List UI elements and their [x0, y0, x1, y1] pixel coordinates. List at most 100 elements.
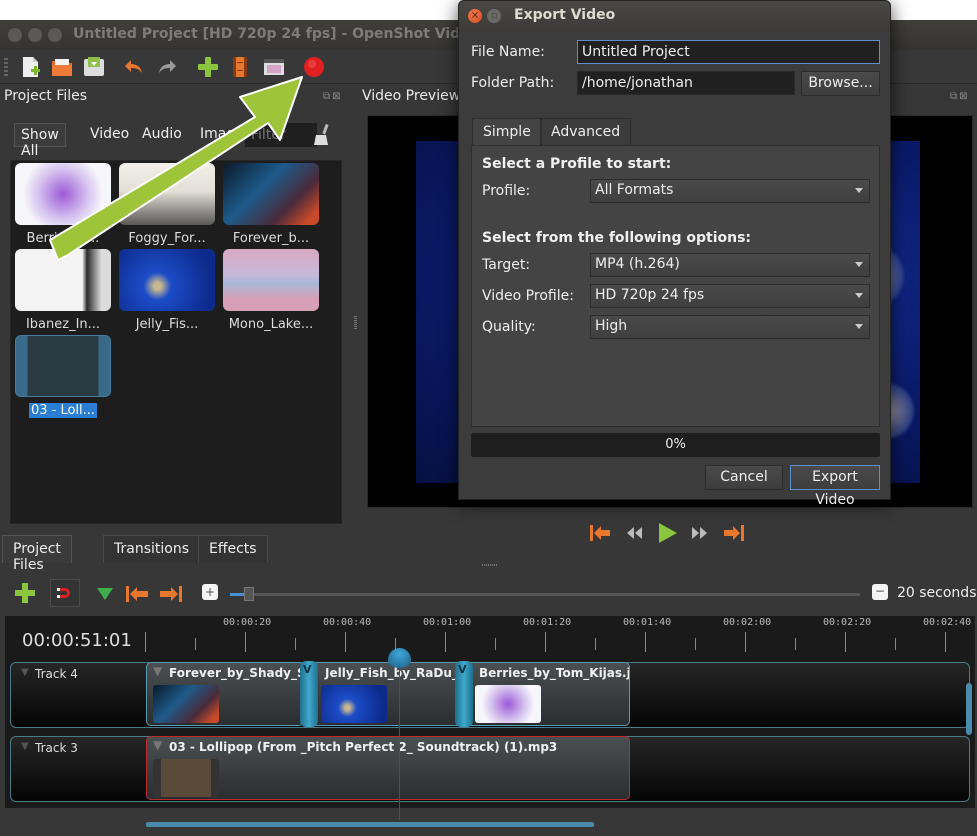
tab-effects[interactable]: Effects [198, 535, 268, 563]
filter-image-button[interactable]: Image [194, 123, 250, 147]
chevron-down-icon [855, 324, 863, 329]
tab-advanced[interactable]: Advanced [540, 118, 632, 146]
zoom-in-icon[interactable]: + [202, 584, 218, 600]
fullscreen-icon[interactable] [262, 55, 286, 79]
filter-show-all-button[interactable]: Show All [14, 123, 66, 159]
ruler-tick [295, 638, 296, 650]
zoom-slider-handle[interactable] [244, 587, 254, 601]
previous-marker-icon[interactable] [124, 584, 150, 604]
filter-audio-button[interactable]: Audio [136, 123, 188, 147]
ruler-time-label: 00:01:20 [523, 617, 572, 628]
video-preview-dock-controls[interactable]: ⧉⊠ [950, 91, 970, 102]
redo-icon[interactable] [155, 55, 179, 79]
profile-section-heading: Select a Profile to start: [482, 156, 672, 172]
undo-icon[interactable] [122, 55, 146, 79]
export-progress-bar: 0% [471, 433, 880, 457]
playhead-line [399, 666, 400, 820]
splitter-handle[interactable] [482, 564, 498, 566]
toolbar-grip-icon[interactable] [4, 58, 8, 78]
target-select-value: MP4 (h.264) [595, 256, 680, 272]
tab-transitions[interactable]: Transitions [103, 535, 200, 563]
clip-title: 03 - Lollipop (From _Pitch Perfect 2_ So… [169, 740, 558, 754]
transition-handle[interactable]: V [455, 661, 473, 727]
timeline-vertical-scrollbar[interactable] [966, 683, 972, 735]
project-files-dock-controls[interactable]: ⧉⊠ [323, 91, 343, 102]
ruler-time-label: 00:01:40 [623, 617, 672, 628]
window-minimize-button[interactable] [28, 28, 42, 42]
choose-profile-icon[interactable] [228, 55, 252, 79]
dialog-close-button[interactable]: × [468, 9, 482, 23]
target-select[interactable]: MP4 (h.264) [590, 253, 870, 277]
save-project-icon[interactable] [82, 55, 106, 79]
project-file-item[interactable]: Forever_b... [221, 163, 321, 246]
folder-path-input[interactable] [577, 71, 795, 95]
project-file-item-selected[interactable]: 03 - Loll... [13, 335, 113, 418]
current-timecode: 00:00:51:01 [22, 630, 132, 651]
jump-to-start-icon[interactable] [588, 523, 612, 543]
ruler-tick [645, 632, 646, 652]
fast-forward-icon[interactable] [690, 523, 710, 543]
clip-menu-chevron-icon[interactable]: ▼ [153, 664, 162, 678]
timeline-horizontal-scrollbar[interactable] [146, 822, 594, 827]
profile-select[interactable]: All Formats [590, 179, 870, 203]
project-file-item[interactable]: Mono_Lake... [221, 249, 321, 332]
target-label: Target: [482, 257, 531, 273]
transition-handle[interactable]: V [300, 661, 318, 727]
clip-menu-chevron-icon[interactable]: ▼ [153, 738, 162, 752]
timeline-zoom-slider[interactable] [230, 587, 860, 601]
track-name: Track 4 [35, 667, 78, 681]
ruler-time-label: 00:02:20 [823, 617, 872, 628]
quality-label: Quality: [482, 319, 536, 335]
transition-chevron-icon: V [303, 663, 312, 676]
timeline-clip[interactable]: ▼ Forever_by_Shady_S.jpg [146, 662, 304, 726]
add-marker-icon[interactable] [96, 586, 114, 602]
splitter-handle[interactable] [354, 316, 357, 330]
export-video-button[interactable]: Export Video [790, 465, 880, 508]
add-track-icon[interactable] [14, 582, 36, 604]
snapping-toggle-button[interactable] [50, 579, 80, 607]
jump-to-end-icon[interactable] [722, 523, 746, 543]
quality-select[interactable]: High [590, 315, 870, 339]
file-thumbnail [15, 249, 111, 311]
tab-project-files[interactable]: Project Files [2, 535, 72, 573]
ruler-tick [745, 632, 746, 652]
chevron-down-icon [855, 188, 863, 193]
playhead-handle[interactable] [388, 648, 411, 668]
filter-video-button[interactable]: Video [84, 123, 135, 147]
filter-input[interactable] [245, 123, 317, 147]
import-files-icon[interactable] [196, 55, 220, 79]
dialog-minimize-button[interactable]: ▫ [487, 9, 501, 23]
project-file-item[interactable]: Foggy_For... [117, 163, 217, 246]
window-close-button[interactable] [8, 28, 22, 42]
ruler-tick [345, 632, 346, 652]
project-file-item[interactable]: Jelly_Fis... [117, 249, 217, 332]
track-menu-chevron-icon[interactable]: ▼ [21, 741, 29, 752]
clip-thumbnail [475, 685, 541, 723]
clear-filter-broom-icon[interactable] [312, 123, 332, 147]
timeline-clip[interactable]: ▼ Berries_by_Tom_Kijas.j... [456, 662, 630, 726]
file-name-input[interactable] [577, 40, 880, 64]
video-profile-select[interactable]: HD 720p 24 fps [590, 284, 870, 308]
project-file-item[interactable]: Ibanez_In... [13, 249, 113, 332]
zoom-out-icon[interactable]: − [872, 584, 888, 600]
ruler-time-label: 00:00:40 [323, 617, 372, 628]
cancel-button[interactable]: Cancel [705, 465, 783, 490]
project-file-item[interactable]: Berries_b... [13, 163, 113, 246]
new-project-icon[interactable] [18, 55, 42, 79]
file-thumbnail [223, 163, 319, 225]
ruler-tick [895, 638, 896, 650]
timeline-audio-clip[interactable]: ▼ 03 - Lollipop (From _Pitch Perfect 2_ … [146, 736, 630, 800]
tab-simple[interactable]: Simple [472, 118, 542, 146]
export-video-icon[interactable] [302, 55, 326, 79]
window-maximize-button[interactable] [48, 28, 62, 42]
browse-button[interactable]: Browse... [801, 71, 880, 96]
track-menu-chevron-icon[interactable]: ▼ [21, 667, 29, 678]
transition-chevron-icon: V [458, 663, 467, 676]
open-project-icon[interactable] [50, 55, 74, 79]
ruler-time-label: 00:00:20 [223, 617, 272, 628]
timeline-clip[interactable]: ▼ Jelly_Fish_by_RaDu_G [302, 662, 462, 726]
rewind-icon[interactable] [624, 523, 644, 543]
next-marker-icon[interactable] [158, 584, 184, 604]
play-icon[interactable] [656, 522, 678, 544]
video-profile-select-value: HD 720p 24 fps [595, 287, 705, 303]
